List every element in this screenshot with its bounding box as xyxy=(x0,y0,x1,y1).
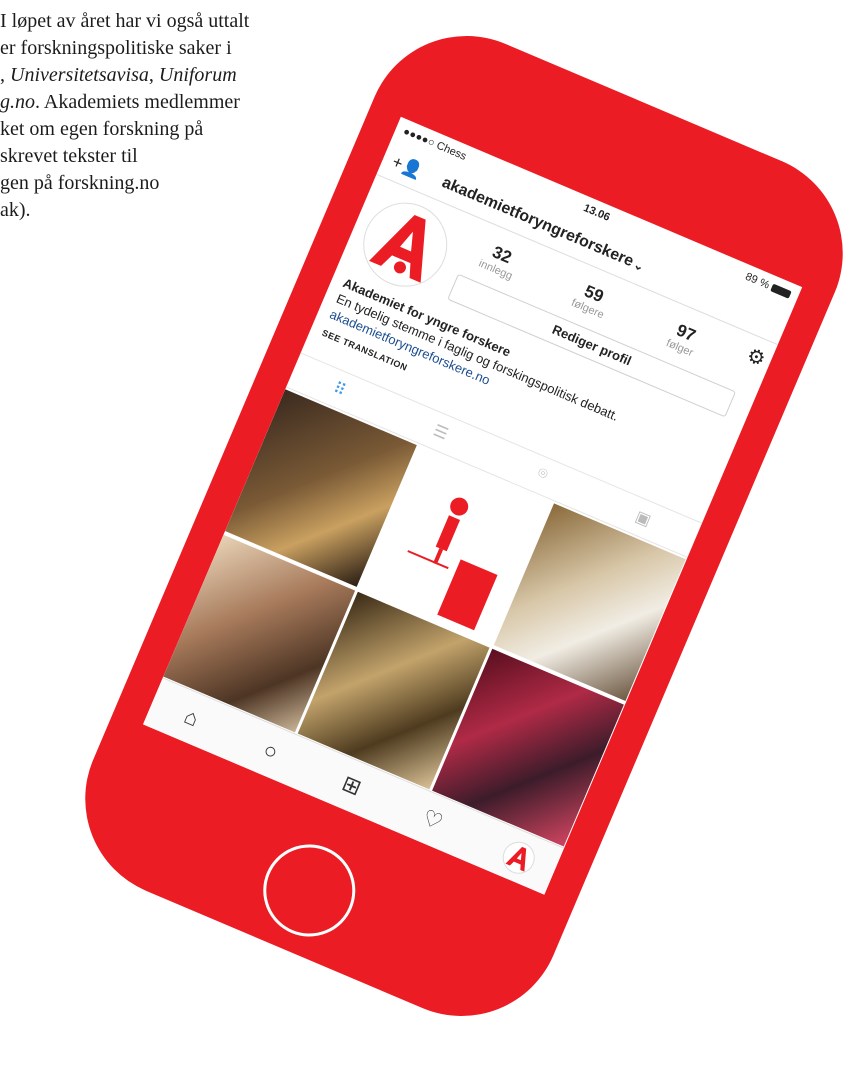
list-view-icon[interactable]: ☰ xyxy=(418,415,463,449)
status-time: 13.06 xyxy=(581,202,612,224)
add-user-icon[interactable]: +👤 xyxy=(389,152,425,183)
article-line: skrevet tekster til xyxy=(0,145,138,167)
grid-view-icon[interactable]: ⠿ xyxy=(317,372,362,406)
article-line: I løpet av året har vi også uttalt xyxy=(0,10,250,32)
location-icon[interactable]: ⌾ xyxy=(520,458,564,490)
new-post-icon[interactable]: ⊞ xyxy=(328,766,375,806)
article-line: ket om egen forskning på xyxy=(0,118,204,140)
battery-icon xyxy=(770,283,792,299)
profile-tab-avatar[interactable] xyxy=(497,836,540,879)
search-icon[interactable]: ○ xyxy=(247,732,294,772)
home-icon[interactable]: ⌂ xyxy=(168,698,215,738)
akademiet-logo-small-icon xyxy=(505,846,527,872)
article-line: , Universitetsavisa, Uniforum xyxy=(0,64,237,86)
article-line: g.no. Akademiets medlemmer xyxy=(0,91,240,113)
article-line: er forskningspolitiske saker i xyxy=(0,37,232,59)
tagged-icon[interactable]: ▣ xyxy=(621,501,666,535)
home-button[interactable] xyxy=(248,830,370,951)
phone-screen: ●●●●○ Chess 13.06 89 % +👤 akademietforyn… xyxy=(142,116,803,895)
heart-icon[interactable]: ♡ xyxy=(409,800,456,840)
gear-icon[interactable]: ⚙ xyxy=(743,342,769,372)
